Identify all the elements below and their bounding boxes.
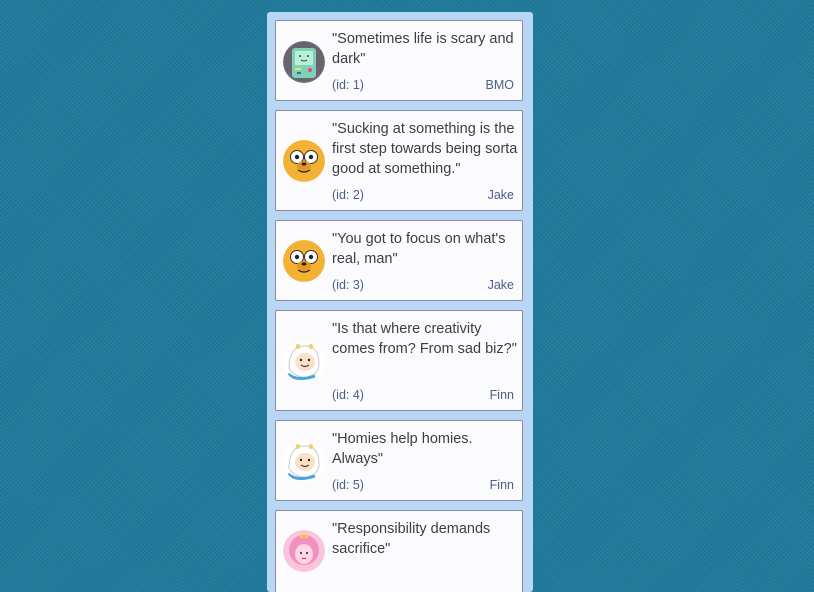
quote-text: "Sucking at something is the first step …: [332, 121, 518, 177]
princess-bubblegum-avatar-icon: [283, 530, 325, 572]
bmo-avatar-icon: [283, 41, 325, 83]
finn-avatar-icon: [283, 440, 325, 482]
quote-card[interactable]: "Homies help homies. Always" (id: 5) Fin…: [275, 420, 523, 501]
quote-card[interactable]: "Sometimes life is scary and dark" (id: …: [275, 20, 523, 101]
quote-card[interactable]: "You got to focus on what's real, man" (…: [275, 220, 523, 301]
quote-card[interactable]: "Sucking at something is the first step …: [275, 110, 523, 211]
quote-text: "Sometimes life is scary and dark": [332, 31, 514, 67]
quote-id: (id: 3): [332, 278, 364, 292]
quote-id: (id: 5): [332, 478, 364, 492]
quote-author[interactable]: Finn: [490, 388, 514, 402]
quote-author[interactable]: Finn: [490, 478, 514, 492]
quote-card[interactable]: "Is that where creativity comes from? Fr…: [275, 310, 523, 411]
quote-id: (id: 1): [332, 78, 364, 92]
finn-avatar-icon: [283, 340, 325, 382]
quote-text: "Homies help homies. Always": [332, 431, 473, 467]
quote-author[interactable]: Jake: [488, 188, 514, 202]
quote-list-column: "Sometimes life is scary and dark" (id: …: [267, 12, 533, 592]
quote-id: (id: 2): [332, 188, 364, 202]
quote-id: (id: 4): [332, 388, 364, 402]
jake-avatar-icon: [283, 140, 325, 182]
quote-card[interactable]: "Responsibility demands sacrifice": [275, 510, 523, 592]
quote-text: "Is that where creativity comes from? Fr…: [332, 321, 517, 357]
quote-author[interactable]: Jake: [488, 278, 514, 292]
quote-text: "Responsibility demands sacrifice": [332, 521, 491, 557]
quote-text: "You got to focus on what's real, man": [332, 231, 506, 267]
jake-avatar-icon: [283, 240, 325, 282]
quote-author[interactable]: BMO: [486, 78, 514, 92]
